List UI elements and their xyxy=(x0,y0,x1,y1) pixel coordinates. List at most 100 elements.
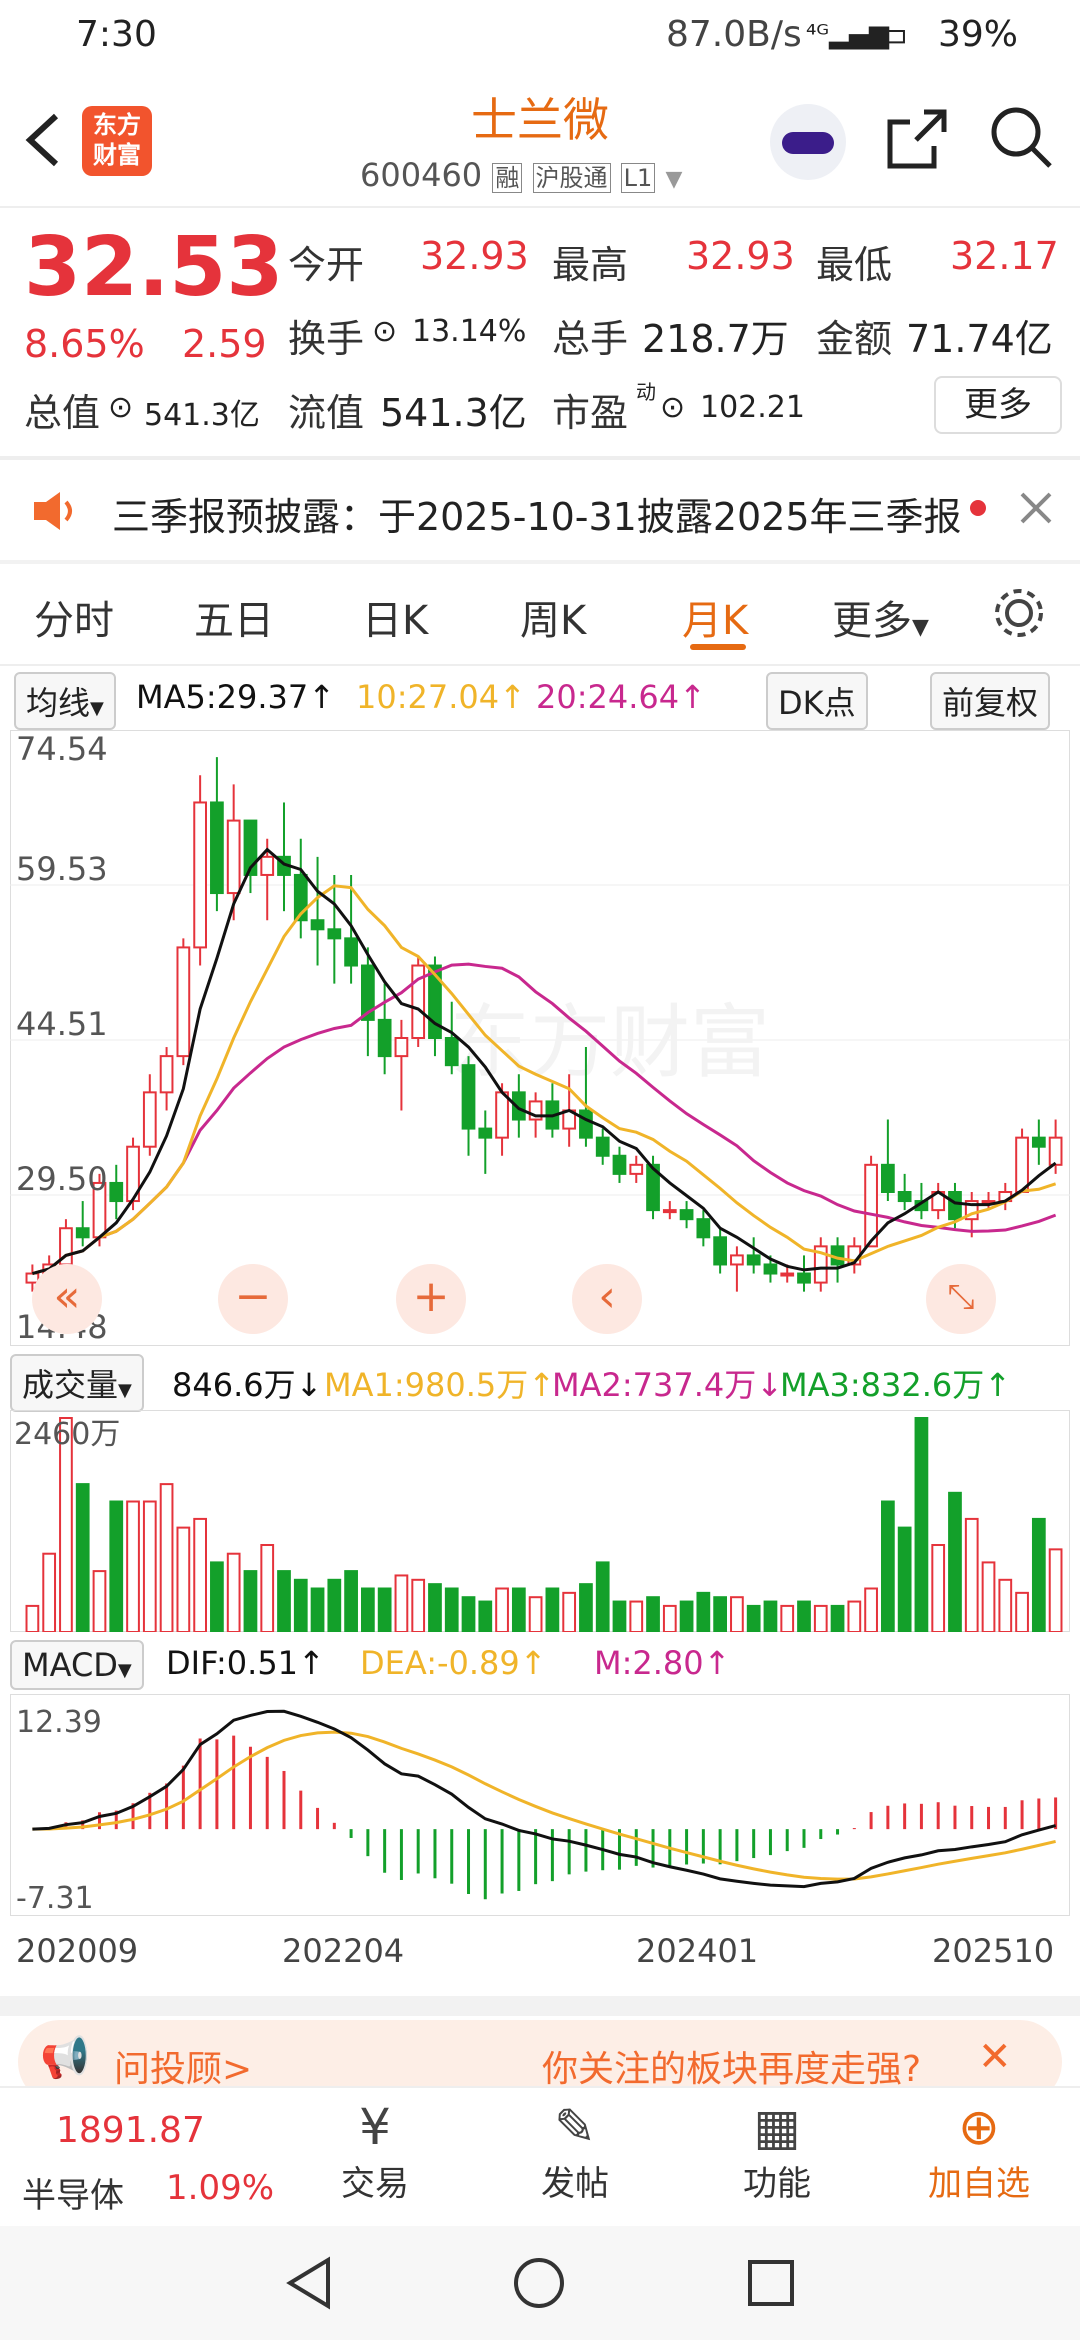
dk-button[interactable]: DK点 xyxy=(766,672,868,730)
x-label-4: 202510 xyxy=(932,1932,1055,1970)
kline-chart[interactable]: 东方财富 74.54 59.53 44.51 29.50 14.48 xyxy=(10,730,1070,1346)
mktcap-value: 541.3亿 xyxy=(144,398,260,433)
candle xyxy=(461,1064,476,1130)
candle xyxy=(260,855,275,876)
tab-week-k[interactable]: 周K xyxy=(520,588,586,646)
volume-bar xyxy=(193,1517,208,1632)
share-icon[interactable] xyxy=(884,106,950,172)
adjust-button[interactable]: 前复权 xyxy=(930,672,1051,730)
add-watchlist-button[interactable]: ⊕ 加自选 xyxy=(914,2098,1044,2205)
volume-selector[interactable]: 成交量▼ xyxy=(10,1354,144,1412)
zoom-in-icon[interactable]: + xyxy=(396,1264,466,1334)
volume-bar xyxy=(277,1570,291,1632)
vol-ma2: MA2:737.4万↓ xyxy=(552,1366,784,1404)
post-button[interactable]: ✎ 发帖 xyxy=(520,2098,630,2205)
candle xyxy=(696,1218,711,1239)
volume-bar xyxy=(394,1574,409,1632)
tag-level: L1 xyxy=(620,163,656,193)
gear-icon[interactable] xyxy=(992,586,1046,640)
volume-bar xyxy=(461,1596,476,1632)
notice-bar[interactable]: 三季报预披露：于2025-10-31披露2025年三季报 xyxy=(0,460,1080,560)
pan-left-icon[interactable]: « xyxy=(32,1264,102,1334)
close-icon[interactable]: ✕ xyxy=(978,2034,1012,2080)
candle xyxy=(579,1109,593,1139)
macd-dea: DEA:-0.89↑ xyxy=(360,1644,547,1682)
tab-five-day[interactable]: 五日 xyxy=(194,588,274,646)
candle xyxy=(394,1037,409,1058)
volume-bar xyxy=(797,1600,811,1632)
chevron-left-icon[interactable]: ‹ xyxy=(572,1264,642,1334)
tag-connect: 沪股通 xyxy=(532,163,611,193)
candle xyxy=(344,937,358,967)
x-label-2: 202204 xyxy=(282,1932,405,1970)
chevron-down-icon: ▼ xyxy=(665,167,683,192)
candle xyxy=(1031,1136,1046,1148)
volume-bar xyxy=(646,1596,660,1632)
candle xyxy=(595,1136,610,1157)
tab-intraday[interactable]: 分时 xyxy=(34,588,114,646)
candle xyxy=(1015,1136,1029,1194)
nav-home-icon[interactable] xyxy=(512,2256,566,2310)
tag-margin: 融 xyxy=(492,163,523,193)
candle xyxy=(478,1127,493,1139)
tab-day-k[interactable]: 日K xyxy=(362,588,428,646)
tab-indicator xyxy=(690,644,746,650)
volume-bar xyxy=(931,1544,946,1632)
more-button[interactable]: 更多 xyxy=(934,376,1062,434)
volume-bar xyxy=(763,1600,778,1632)
function-button[interactable]: ▦ 功能 xyxy=(722,2098,832,2205)
tab-more[interactable]: 更多▼ xyxy=(832,588,929,646)
macd-selector[interactable]: MACD▼ xyxy=(10,1640,144,1690)
unread-dot xyxy=(970,500,986,516)
trade-button[interactable]: ¥ 交易 xyxy=(320,2098,430,2205)
volume-bar xyxy=(545,1587,560,1632)
ma10-value: 10:27.04↑ xyxy=(356,678,526,716)
candle xyxy=(730,1254,744,1266)
volume-bar xyxy=(897,1526,912,1632)
assistant-avatar[interactable] xyxy=(770,104,846,180)
vol-value: 846.6万↓ xyxy=(172,1366,323,1404)
volume-bar xyxy=(226,1552,241,1632)
volume-bar xyxy=(377,1587,392,1632)
search-icon[interactable] xyxy=(988,104,1054,170)
candle xyxy=(226,819,241,895)
stock-code-row[interactable]: 600460 融 沪股通 L1 ▼ xyxy=(360,156,682,194)
nav-back-icon[interactable] xyxy=(284,2256,334,2310)
y-label-3: 44.51 xyxy=(16,1005,108,1043)
volume-bar xyxy=(142,1500,157,1632)
fullscreen-icon[interactable]: ⤡ xyxy=(926,1264,996,1334)
info-icon: ⊙ xyxy=(108,390,134,425)
tab-month-k[interactable]: 月K xyxy=(682,588,748,646)
volume-bar xyxy=(327,1578,342,1632)
info-icon: ⊙ xyxy=(372,314,398,349)
candle xyxy=(881,1163,895,1193)
volume-bar xyxy=(679,1600,694,1632)
volume-chart[interactable]: 2460万 xyxy=(10,1410,1070,1632)
volume-bar xyxy=(176,1526,191,1632)
macd-chart[interactable]: 12.39 -7.31 xyxy=(10,1694,1070,1916)
volume-bar xyxy=(361,1587,375,1632)
change-pct: 8.65% xyxy=(24,322,145,366)
ma-selector[interactable]: 均线▼ xyxy=(14,672,116,730)
status-net-speed: 87.0B/s xyxy=(666,14,802,55)
candle xyxy=(377,1018,392,1058)
volume-bar xyxy=(511,1587,526,1632)
volume-bar xyxy=(260,1544,275,1632)
volume-bar xyxy=(126,1500,140,1632)
nav-recent-icon[interactable] xyxy=(746,2258,796,2308)
candle xyxy=(142,1091,157,1148)
volume-bar xyxy=(595,1561,610,1632)
close-icon[interactable] xyxy=(1018,490,1054,526)
edit-icon: ✎ xyxy=(554,2098,596,2156)
macd-top-label: 12.39 xyxy=(16,1705,102,1740)
volume-bar xyxy=(25,1604,40,1632)
stock-code: 600460 xyxy=(360,156,483,194)
index-pct: 1.09% xyxy=(166,2168,275,2208)
volume-bar xyxy=(948,1491,962,1632)
candle xyxy=(310,919,325,931)
battery-icon: ▭ xyxy=(874,14,909,55)
zoom-out-icon[interactable]: − xyxy=(218,1264,288,1334)
volume-bar xyxy=(75,1483,90,1632)
candle xyxy=(193,801,208,949)
volume-bar xyxy=(1015,1591,1029,1632)
